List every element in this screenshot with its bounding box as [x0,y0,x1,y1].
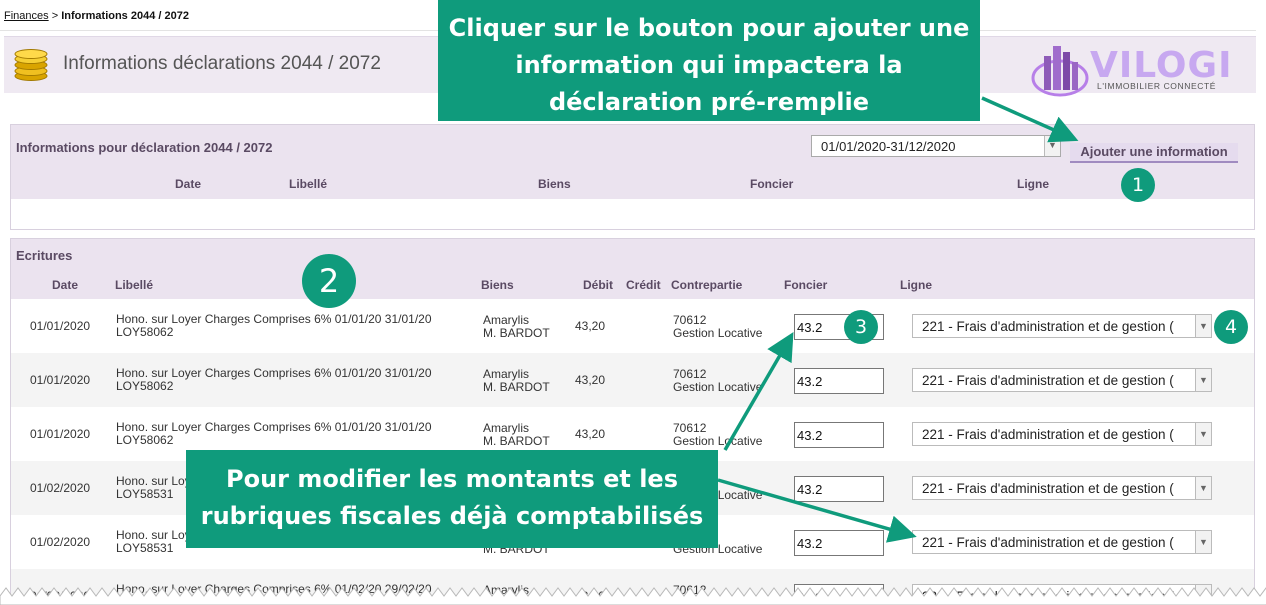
row-bien-line2: M. BARDOT [483,434,550,448]
chevron-down-icon[interactable]: ▼ [1195,315,1211,337]
breadcrumb-separator: > [48,10,62,22]
breadcrumb: Finances > Informations 2044 / 2072 [4,10,189,22]
col-header-foncier: Foncier [784,278,828,292]
row-libelle-line2: LOY58062 [116,433,174,447]
col-header-biens: Biens [538,177,571,191]
col-header-contrepartie: Contrepartie [671,278,743,292]
foncier-input[interactable] [794,476,884,502]
callout-line: Pour modifier les montants et les [225,465,678,493]
foncier-input[interactable] [794,422,884,448]
foncier-input[interactable] [794,530,884,556]
add-information-button[interactable]: Ajouter une information [1070,143,1238,163]
col-header-date: Date [52,278,79,292]
row-bien-line2: M. BARDOT [483,326,550,340]
callout-modify-amounts: Pour modifier les montants et les rubriq… [186,450,718,548]
row-debit: 43,20 [575,319,606,333]
info-panel-header: Informations pour déclaration 2044 / 207… [11,125,1254,199]
row-contre-line2: Gestion Locative [673,434,763,448]
period-select[interactable]: 01/01/2020-31/12/2020 ▼ [811,135,1061,157]
page-title: Informations déclarations 2044 / 2072 [63,53,381,74]
logo-wordmark: VILOGI [1090,45,1233,86]
ecritures-title: Ecritures [16,248,73,263]
col-header-ligne: Ligne [900,278,932,292]
col-header-biens: Biens [481,278,514,292]
ligne-select[interactable]: 221 - Frais d'administration et de gesti… [912,314,1212,338]
col-header-libelle: Libellé [115,278,154,292]
table-row: 01/01/2020 Hono. sur Loyer Charges Compri… [11,353,1254,407]
chevron-down-icon[interactable]: ▼ [1195,369,1211,391]
torn-edge [0,587,1266,605]
ecritures-panel: Ecritures Date Libellé Biens Débit Crédi… [10,238,1255,605]
ligne-value: 221 - Frais d'administration et de gesti… [922,373,1174,388]
row-contrepartie: 70612Gestion Locative [673,368,762,394]
callout-line: information qui impactera la [515,51,903,79]
step-marker-1: 1 [1121,168,1155,202]
row-biens: AmarylisM. BARDOT [483,368,550,394]
col-header-libelle: Libellé [289,177,328,191]
col-header-debit: Débit [583,278,613,292]
row-libelle: Hono. sur Loyer Charges Comprises 6% 01/… [116,421,432,447]
row-bien-line2: M. BARDOT [483,380,550,394]
row-date: 01/02/2020 [30,481,91,495]
row-date: 01/01/2020 [30,373,91,387]
breadcrumb-current: Informations 2044 / 2072 [61,10,189,22]
col-header-foncier: Foncier [750,177,794,191]
row-biens: AmarylisM. BARDOT [483,314,550,340]
row-date: 01/01/2020 [30,427,91,441]
ligne-value: 221 - Frais d'administration et de gesti… [922,535,1174,550]
coins-icon [14,49,48,81]
logo-tagline: L'IMMOBILIER CONNECTÉ [1097,81,1217,91]
step-marker-2: 2 [302,254,356,308]
ligne-value: 221 - Frais d'administration et de gesti… [922,427,1174,442]
chevron-down-icon[interactable]: ▼ [1195,423,1211,445]
ligne-select[interactable]: 221 - Frais d'administration et de gesti… [912,476,1212,500]
row-contre-line2: Gestion Locative [673,326,763,340]
ligne-value: 221 - Frais d'administration et de gesti… [922,481,1174,496]
ligne-select[interactable]: 221 - Frais d'administration et de gesti… [912,422,1212,446]
ligne-value: 221 - Frais d'administration et de gesti… [922,319,1174,334]
row-libelle: Hono. sur Loyer Charges Comprises 6% 01/… [116,313,432,339]
row-biens: AmarylisM. BARDOT [483,422,550,448]
row-date: 01/02/2020 [30,535,91,549]
callout-line: déclaration pré-remplie [548,88,870,116]
col-header-ligne: Ligne [1017,177,1049,191]
row-libelle: Hono. sur Loyer Charges Comprises 6% 01/… [116,367,432,393]
foncier-input[interactable] [794,368,884,394]
period-value: 01/01/2020-31/12/2020 [821,139,956,154]
table-row: 01/01/2020 Hono. sur Loyer Charges Compri… [11,299,1254,353]
callout-line: Cliquer sur le bouton pour ajouter une [448,14,970,42]
chevron-down-icon[interactable]: ▼ [1044,136,1060,156]
step-marker-4: 4 [1214,310,1248,344]
row-date: 01/01/2020 [30,319,91,333]
ligne-select[interactable]: 221 - Frais d'administration et de gesti… [912,530,1212,554]
row-contre-line2: Gestion Locative [673,380,763,394]
callout-add-information: Cliquer sur le bouton pour ajouter une i… [438,0,980,121]
row-contrepartie: 70612Gestion Locative [673,422,762,448]
chevron-down-icon[interactable]: ▼ [1195,477,1211,499]
row-debit: 43,20 [575,427,606,441]
row-debit: 43,20 [575,373,606,387]
col-header-date: Date [175,177,202,191]
col-header-credit: Crédit [626,278,661,292]
step-marker-3: 3 [844,310,878,344]
row-libelle-line2: LOY58062 [116,325,174,339]
row-libelle-line2: LOY58062 [116,379,174,393]
callout-line: rubriques fiscales déjà comptabilisés [200,502,704,530]
row-contrepartie: 70612Gestion Locative [673,314,762,340]
breadcrumb-link-finances[interactable]: Finances [4,10,49,22]
ecritures-header: Ecritures Date Libellé Biens Débit Crédi… [11,239,1254,299]
ligne-select[interactable]: 221 - Frais d'administration et de gesti… [912,368,1212,392]
info-panel-title: Informations pour déclaration 2044 / 207… [16,140,273,155]
chevron-down-icon[interactable]: ▼ [1195,531,1211,553]
info-panel: Informations pour déclaration 2044 / 207… [10,124,1255,230]
